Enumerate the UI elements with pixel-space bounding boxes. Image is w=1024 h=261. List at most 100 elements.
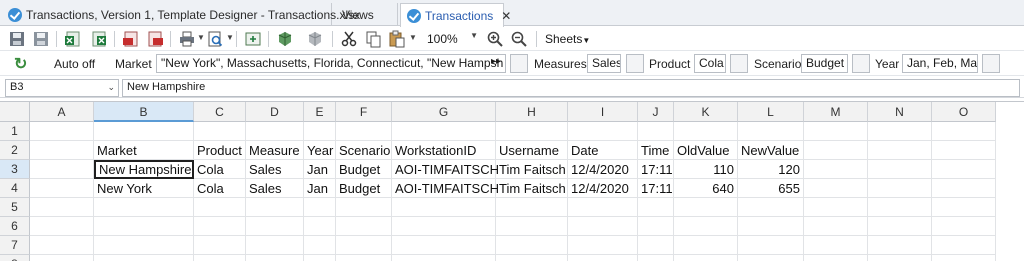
row-header-6[interactable]: 6 (0, 217, 30, 236)
zoom-out-icon[interactable] (510, 30, 528, 48)
cell-h5[interactable] (496, 198, 568, 217)
cell-f7[interactable] (336, 236, 392, 255)
cell-a4[interactable] (30, 179, 94, 198)
cell-g4[interactable]: AOI-TIMFAITSCH (392, 179, 499, 198)
cell-h1[interactable] (496, 122, 568, 141)
cell-h3[interactable]: Tim Faitsch (496, 160, 568, 179)
column-header-a[interactable]: A (30, 102, 94, 122)
spreadsheet-grid[interactable]: A B C D E F G H I J K L M N O 1 2 Market Product Measure Yea… (0, 101, 1024, 261)
column-header-j[interactable]: J (638, 102, 674, 122)
cell-m4[interactable] (804, 179, 868, 198)
column-header-c[interactable]: C (194, 102, 246, 122)
cell-e2[interactable]: Year (304, 141, 336, 160)
cell-k5[interactable] (674, 198, 738, 217)
cell-d6[interactable] (246, 217, 304, 236)
cell-j4[interactable]: 17:11 (638, 179, 674, 198)
cell-n5[interactable] (868, 198, 932, 217)
market-picker-button[interactable] (510, 54, 528, 73)
cell-j3[interactable]: 17:11 (638, 160, 674, 179)
cell-e7[interactable] (304, 236, 336, 255)
print-preview-icon[interactable] (206, 30, 224, 48)
cell-m6[interactable] (804, 217, 868, 236)
cell-d7[interactable] (246, 236, 304, 255)
cell-l4[interactable]: 655 (738, 179, 804, 198)
column-header-b[interactable]: B (94, 102, 194, 122)
cell-k4[interactable]: 640 (674, 179, 738, 198)
cell-e3[interactable]: Jan (304, 160, 336, 179)
cell-o5[interactable] (932, 198, 996, 217)
cell-j6[interactable] (638, 217, 674, 236)
tab-template-designer[interactable]: Transactions, Version 1, Template Design… (2, 3, 360, 26)
row-header-7[interactable]: 7 (0, 236, 30, 255)
scenario-picker-button[interactable] (852, 54, 870, 73)
cell-d4[interactable]: Sales (246, 179, 304, 198)
cell-n1[interactable] (868, 122, 932, 141)
cell-h2[interactable]: Username (496, 141, 568, 160)
cell-b4[interactable]: New York (94, 179, 194, 198)
cell-b7[interactable] (94, 236, 194, 255)
cell-f2[interactable]: Scenario (336, 141, 392, 160)
cell-d3[interactable]: Sales (246, 160, 304, 179)
cell-l7[interactable] (738, 236, 804, 255)
cell-a1[interactable] (30, 122, 94, 141)
cell-j8[interactable] (638, 255, 674, 261)
cell-g7[interactable] (392, 236, 496, 255)
cell-l1[interactable] (738, 122, 804, 141)
cell-h6[interactable] (496, 217, 568, 236)
cell-c1[interactable] (194, 122, 246, 141)
cell-b8[interactable] (94, 255, 194, 261)
more-icon[interactable]: ▸▸ (491, 56, 501, 67)
cell-k1[interactable] (674, 122, 738, 141)
year-picker-button[interactable] (982, 54, 1000, 73)
cell-k2[interactable]: OldValue (674, 141, 738, 160)
cell-a3[interactable] (30, 160, 94, 179)
chevron-down-icon[interactable]: ▼ (226, 33, 234, 42)
auto-off-toggle[interactable]: Auto off (54, 57, 95, 71)
cell-c6[interactable] (194, 217, 246, 236)
cell-c2[interactable]: Product (194, 141, 246, 160)
measures-filter[interactable]: Sales (587, 54, 621, 73)
excel-import-icon[interactable] (90, 30, 108, 48)
cell-e6[interactable] (304, 217, 336, 236)
cell-g3[interactable]: AOI-TIMFAITSCH (392, 160, 499, 179)
cell-o1[interactable] (932, 122, 996, 141)
cell-f6[interactable] (336, 217, 392, 236)
print-icon[interactable] (178, 30, 196, 48)
cell-i4[interactable]: 12/4/2020 (568, 179, 638, 198)
cube-icon[interactable] (306, 30, 324, 48)
cell-k8[interactable] (674, 255, 738, 261)
column-header-k[interactable]: K (674, 102, 738, 122)
copy-icon[interactable] (364, 30, 382, 48)
save-icon[interactable] (8, 30, 26, 48)
cell-m5[interactable] (804, 198, 868, 217)
chevron-down-icon[interactable]: ⌄ (107, 82, 115, 93)
cell-o4[interactable] (932, 179, 996, 198)
cell-n8[interactable] (868, 255, 932, 261)
chevron-down-icon[interactable]: ▼ (197, 33, 205, 42)
measures-picker-button[interactable] (626, 54, 644, 73)
cell-i5[interactable] (568, 198, 638, 217)
tab-transactions[interactable]: Transactions ✕ (400, 3, 511, 27)
cell-c8[interactable] (194, 255, 246, 261)
select-all-corner[interactable] (0, 102, 30, 122)
cell-g1[interactable] (392, 122, 496, 141)
cell-l6[interactable] (738, 217, 804, 236)
cell-j2[interactable]: Time (638, 141, 674, 160)
row-header-5[interactable]: 5 (0, 198, 30, 217)
cell-f1[interactable] (336, 122, 392, 141)
cell-e1[interactable] (304, 122, 336, 141)
year-filter[interactable]: Jan, Feb, Mar (902, 54, 978, 73)
cell-b6[interactable] (94, 217, 194, 236)
cell-o8[interactable] (932, 255, 996, 261)
cell-g5[interactable] (392, 198, 496, 217)
cell-i6[interactable] (568, 217, 638, 236)
cell-n7[interactable] (868, 236, 932, 255)
column-header-h[interactable]: H (496, 102, 568, 122)
zoom-select[interactable]: 100% ▼ (422, 29, 480, 49)
cell-o6[interactable] (932, 217, 996, 236)
cell-n4[interactable] (868, 179, 932, 198)
cell-a5[interactable] (30, 198, 94, 217)
cell-m2[interactable] (804, 141, 868, 160)
cell-d5[interactable] (246, 198, 304, 217)
tab-views[interactable]: Views (336, 3, 398, 26)
